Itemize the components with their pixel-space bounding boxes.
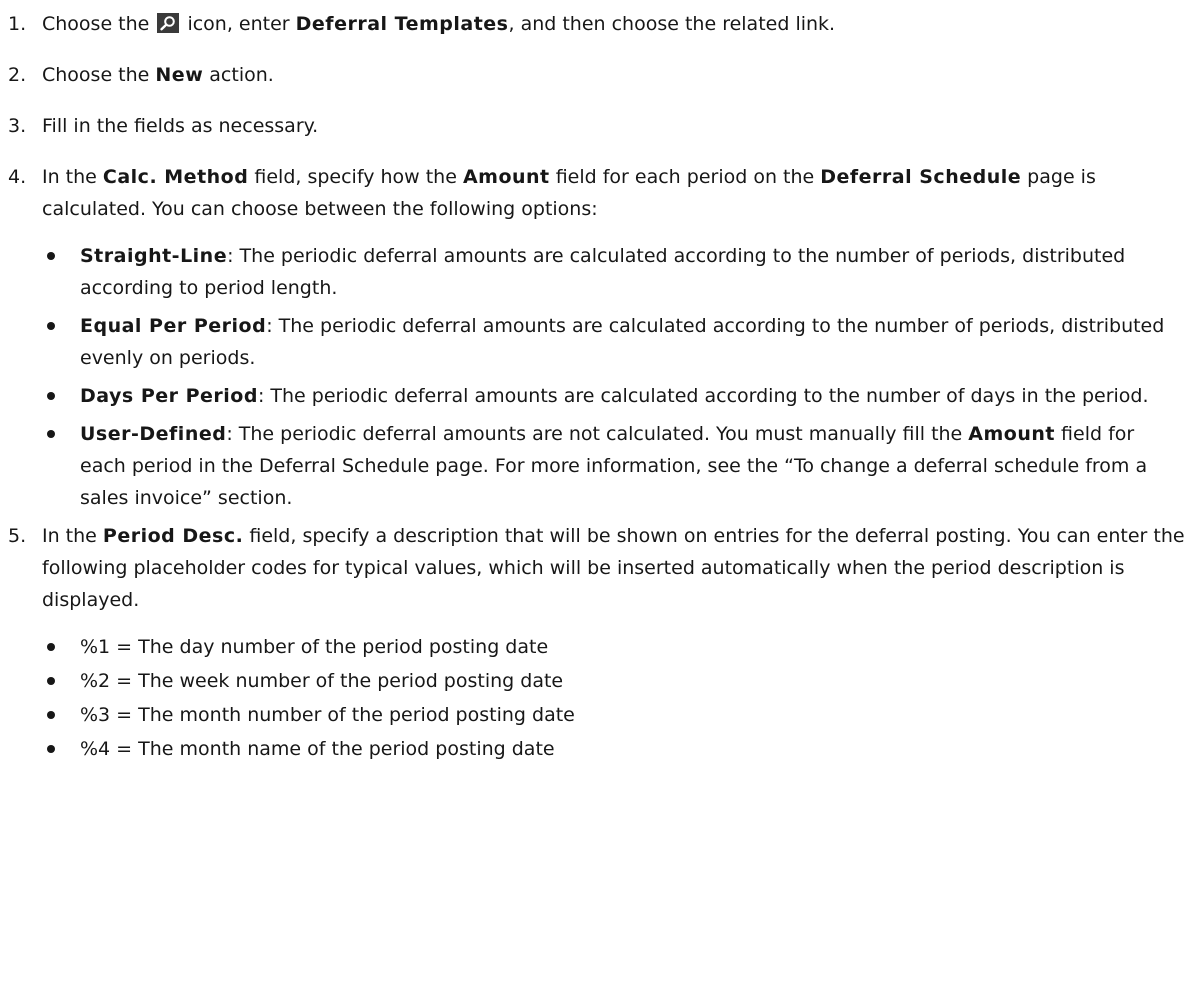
step-text: In the Calc. Method field, specify how t… (42, 166, 1096, 220)
text-run: In the (42, 166, 103, 188)
steps-list: 1. Choose the icon, enter Deferral Templ… (0, 8, 1199, 765)
bullet-icon (47, 711, 55, 719)
step-3: 3. Fill in the fields as necessary. (0, 110, 1199, 142)
ui-term: Amount (968, 423, 1055, 445)
ui-term: Equal Per Period (80, 315, 267, 337)
bullet-icon (47, 430, 55, 438)
step-5: 5. In the Period Desc. field, specify a … (0, 520, 1199, 765)
text-run: field for each period on the (549, 166, 821, 188)
text-run: Choose the (42, 64, 156, 86)
step-text: Choose the New action. (42, 64, 274, 86)
ui-term: Deferral Schedule (820, 166, 1022, 188)
list-item: Days Per Period: The periodic deferral a… (42, 380, 1185, 412)
ui-term: New (155, 64, 204, 86)
text-run: icon, enter (181, 13, 296, 35)
text-run: , and then choose the related link. (508, 13, 836, 35)
list-item: Equal Per Period: The periodic deferral … (42, 310, 1185, 374)
text-run: %3 = The month number of the period post… (80, 704, 575, 726)
ui-term: Straight-Line (80, 245, 228, 267)
list-item: %3 = The month number of the period post… (42, 699, 1185, 731)
bullet-icon (47, 322, 55, 330)
ui-term: User-Defined (80, 423, 227, 445)
document-body: 1. Choose the icon, enter Deferral Templ… (0, 0, 1199, 765)
list-item: User-Defined: The periodic deferral amou… (42, 418, 1185, 514)
text-run: : The periodic deferral amounts are calc… (80, 245, 1126, 299)
ui-term: Calc. Method (102, 166, 249, 188)
list-item: %1 = The day number of the period postin… (42, 631, 1185, 663)
step-number: 3. (8, 115, 27, 137)
step-number: 5. (8, 525, 27, 547)
search-icon (157, 13, 180, 33)
step-4: 4. In the Calc. Method field, specify ho… (0, 161, 1199, 514)
step-number: 4. (8, 166, 27, 188)
text-run: In the (42, 525, 103, 547)
bullet-icon (47, 677, 55, 685)
step-2: 2. Choose the New action. (0, 59, 1199, 91)
placeholder-codes: %1 = The day number of the period postin… (42, 631, 1185, 765)
ui-term: Days Per Period (80, 385, 258, 407)
text-run: %1 = The day number of the period postin… (80, 636, 549, 658)
bullet-icon (47, 643, 55, 651)
calc-method-options: Straight-Line: The periodic deferral amo… (42, 240, 1185, 514)
text-run: : The periodic deferral amounts are calc… (257, 385, 1149, 407)
step-1: 1. Choose the icon, enter Deferral Templ… (0, 8, 1199, 40)
list-item: %2 = The week number of the period posti… (42, 665, 1185, 697)
text-run: field, specify how the (248, 166, 463, 188)
step-text: Choose the icon, enter Deferral Template… (42, 13, 835, 35)
text-run: %2 = The week number of the period posti… (80, 670, 564, 692)
step-text: Fill in the fields as necessary. (42, 115, 319, 137)
text-run: : The periodic deferral amounts are not … (226, 423, 969, 445)
text-run: Choose the (42, 13, 156, 35)
bullet-icon (47, 392, 55, 400)
ui-term: Period Desc. (102, 525, 244, 547)
bullet-icon (47, 252, 55, 260)
list-item: %4 = The month name of the period postin… (42, 733, 1185, 765)
text-run: %4 = The month name of the period postin… (80, 738, 555, 760)
ui-term: Deferral Templates (295, 13, 509, 35)
list-item: Straight-Line: The periodic deferral amo… (42, 240, 1185, 304)
step-number: 1. (8, 13, 27, 35)
step-text: In the Period Desc. field, specify a des… (42, 525, 1185, 611)
step-number: 2. (8, 64, 27, 86)
text-run: action. (203, 64, 274, 86)
ui-term: Amount (462, 166, 550, 188)
bullet-icon (47, 745, 55, 753)
